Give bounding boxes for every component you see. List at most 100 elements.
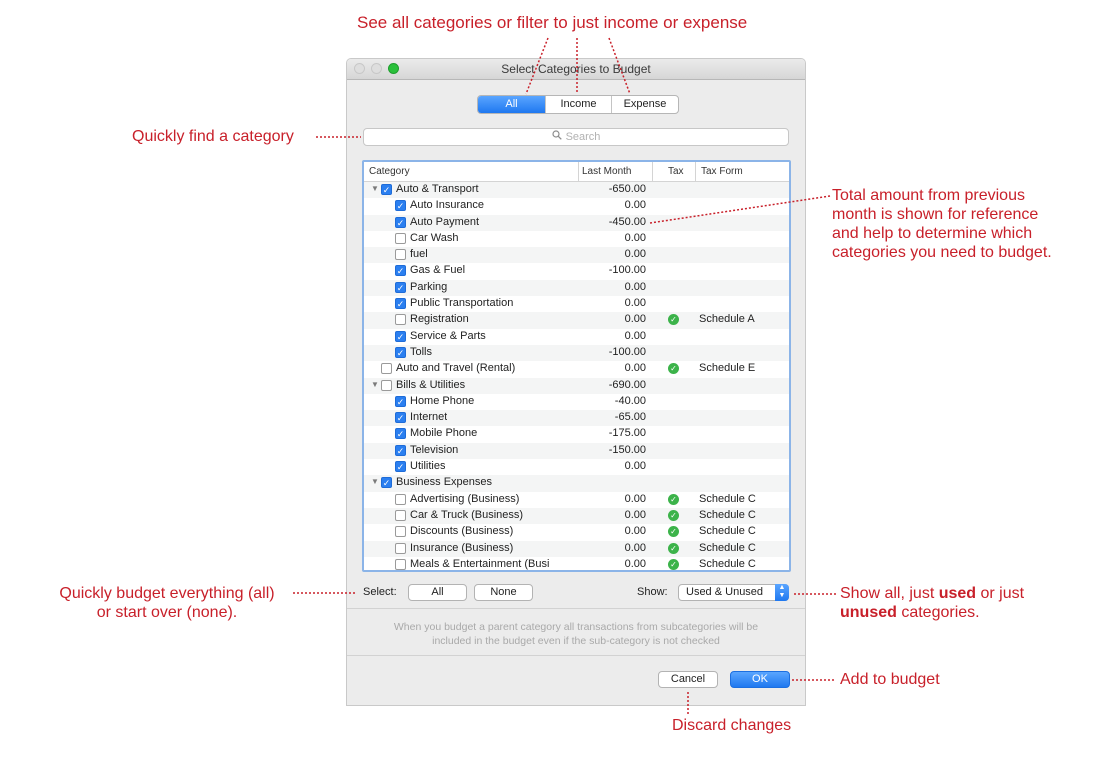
table-row[interactable]: Registration 0.00 ✓ Schedule A <box>364 312 789 329</box>
search-placeholder: Search <box>565 131 601 143</box>
disclosure-triangle-icon[interactable]: ▼ <box>371 477 379 486</box>
category-checkbox[interactable]: ✓ <box>395 216 406 228</box>
category-checkbox[interactable] <box>395 232 406 244</box>
table-row[interactable]: Discounts (Business) 0.00 ✓ Schedule C <box>364 524 789 540</box>
table-row[interactable]: Insurance (Business) 0.00 ✓ Schedule C <box>364 540 789 557</box>
category-checkbox[interactable]: ✓ <box>395 346 406 358</box>
tax-form: Schedule C <box>699 492 756 505</box>
column-header-tax[interactable]: Tax <box>668 166 684 177</box>
category-checkbox[interactable]: ✓ <box>395 281 406 293</box>
category-name: Discounts (Business) <box>410 525 514 538</box>
category-checkbox[interactable] <box>395 558 406 570</box>
annotation-show-unused: unused <box>840 604 897 621</box>
filter-tab-income[interactable]: Income <box>545 96 611 113</box>
last-month-amount: 0.00 <box>624 460 646 473</box>
category-checkbox[interactable]: ✓ <box>395 200 406 212</box>
annotation-search: Quickly find a category <box>132 128 294 145</box>
category-name: Service & Parts <box>410 329 486 342</box>
category-checkbox[interactable]: ✓ <box>395 265 406 277</box>
select-all-button[interactable]: All <box>408 584 467 601</box>
annotation-select: Quickly budget everything (all) or start… <box>43 584 291 622</box>
disclosure-triangle-icon[interactable]: ▼ <box>371 380 379 389</box>
table-row[interactable]: ✓ Auto Insurance 0.00 <box>364 198 789 214</box>
table-row[interactable]: ✓ Home Phone -40.00 <box>364 394 789 410</box>
table-row[interactable]: ✓ Gas & Fuel -100.00 <box>364 263 789 279</box>
category-checkbox[interactable] <box>395 526 406 538</box>
category-checkbox[interactable] <box>395 314 406 326</box>
last-month-amount: 0.00 <box>624 248 646 261</box>
table-row[interactable]: ✓ Public Transportation 0.00 <box>364 296 789 312</box>
annotation-filter: See all categories or filter to just inc… <box>357 13 748 32</box>
column-header-tax-form[interactable]: Tax Form <box>701 166 743 177</box>
category-checkbox[interactable]: ✓ <box>395 298 406 310</box>
table-row[interactable]: ✓ Internet -65.00 <box>364 410 789 427</box>
table-row[interactable]: ✓ Service & Parts 0.00 <box>364 329 789 345</box>
filter-tab-expense[interactable]: Expense <box>611 96 678 113</box>
category-checkbox[interactable]: ✓ <box>395 444 406 456</box>
last-month-amount: -175.00 <box>608 427 646 440</box>
tax-form: Schedule C <box>699 557 756 570</box>
last-month-amount: -150.00 <box>608 443 646 456</box>
filter-tab-all[interactable]: All <box>478 96 545 113</box>
category-checkbox[interactable]: ✓ <box>395 330 406 342</box>
search-input[interactable]: Search <box>363 128 789 146</box>
category-checkbox[interactable] <box>395 542 406 554</box>
category-name: Auto Payment <box>410 215 480 228</box>
category-checkbox[interactable] <box>381 363 392 375</box>
last-month-amount: -100.00 <box>608 345 646 358</box>
category-table: Category Last Month Tax Tax Form ▼ ✓ Auto … <box>362 160 791 572</box>
category-checkbox[interactable] <box>381 379 392 391</box>
last-month-amount: 0.00 <box>624 231 646 244</box>
category-checkbox[interactable]: ✓ <box>381 184 392 195</box>
column-header-category[interactable]: Category <box>369 166 410 177</box>
category-name: Bills & Utilities <box>396 378 466 391</box>
table-row[interactable]: ✓ Utilities 0.00 <box>364 459 789 475</box>
annotation-add: Add to budget <box>840 671 940 688</box>
category-checkbox[interactable]: ✓ <box>395 461 406 473</box>
last-month-amount: -690.00 <box>608 378 646 391</box>
show-label: Show: <box>637 586 668 598</box>
category-name: Public Transportation <box>410 297 514 310</box>
disclosure-triangle-icon[interactable]: ▼ <box>371 184 379 193</box>
category-checkbox[interactable]: ✓ <box>381 477 392 489</box>
table-row[interactable]: ✓ Mobile Phone -175.00 <box>364 426 789 442</box>
table-row[interactable]: ✓ Auto Payment -450.00 <box>364 214 789 231</box>
table-row[interactable]: ✓ Parking 0.00 <box>364 279 789 297</box>
title-bar: Select Categories to Budget <box>347 59 805 80</box>
category-checkbox[interactable]: ✓ <box>395 428 406 440</box>
annotation-show-post: categories. <box>896 604 980 621</box>
category-checkbox[interactable]: ✓ <box>395 395 406 407</box>
category-checkbox[interactable] <box>395 493 406 505</box>
category-checkbox[interactable] <box>395 509 406 521</box>
last-month-amount: 0.00 <box>624 329 646 342</box>
last-month-amount: 0.00 <box>624 297 646 310</box>
show-filter-select[interactable]: Used & Unused ▲ ▼ <box>678 584 789 601</box>
table-row[interactable]: fuel 0.00 <box>364 247 789 264</box>
table-row[interactable]: ✓ Tolls -100.00 <box>364 344 789 362</box>
annotation-show-pre: Show all, just <box>840 585 939 602</box>
window-title: Select Categories to Budget <box>501 62 651 76</box>
table-row[interactable]: Advertising (Business) 0.00 ✓ Schedule C <box>364 492 789 508</box>
annotation-show-used: used <box>938 585 977 602</box>
category-name: Mobile Phone <box>410 427 478 440</box>
annotation-discard: Discard changes <box>672 717 792 734</box>
table-row[interactable]: Meals & Entertainment (Busi 0.00 ✓ Schedule… <box>364 557 789 570</box>
table-row[interactable]: ▼ ✓ Business Expenses <box>364 475 789 492</box>
ok-button[interactable]: OK <box>730 671 790 688</box>
column-header-last-month[interactable]: Last Month <box>582 166 631 177</box>
table-row[interactable]: ▼ ✓ Auto & Transport -650.00 <box>364 182 789 199</box>
tax-form: Schedule C <box>699 541 756 554</box>
table-row[interactable]: ▼ Bills & Utilities -690.00 <box>364 377 789 394</box>
category-checkbox[interactable]: ✓ <box>395 412 406 424</box>
cancel-button[interactable]: Cancel <box>658 671 718 688</box>
last-month-amount: 0.00 <box>624 541 646 554</box>
annotation-total-line1: Total amount from previous <box>832 187 1025 204</box>
tax-check-icon: ✓ <box>668 314 679 326</box>
category-checkbox[interactable] <box>395 249 406 261</box>
table-row[interactable]: Auto and Travel (Rental) 0.00 ✓ Schedule E <box>364 361 789 377</box>
select-none-button[interactable]: None <box>474 584 533 601</box>
table-row[interactable]: ✓ Television -150.00 <box>364 442 789 460</box>
table-row[interactable]: Car & Truck (Business) 0.00 ✓ Schedule C <box>364 507 789 525</box>
table-row[interactable]: Car Wash 0.00 <box>364 231 789 247</box>
tax-form: Schedule A <box>699 313 755 326</box>
